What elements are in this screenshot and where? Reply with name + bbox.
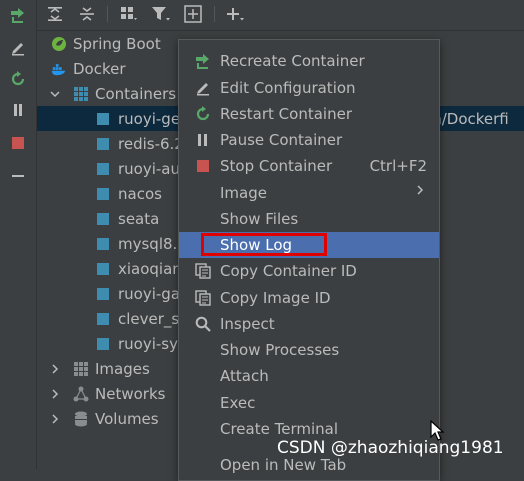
context-menu: Recreate Container Edit Configuration Re…	[178, 39, 440, 481]
menu-item-label: Stop Container	[220, 157, 333, 175]
shortcut-label: Ctrl+F2	[369, 157, 427, 175]
collapse-all-icon[interactable]	[74, 2, 100, 26]
menu-item-label: Attach	[220, 367, 269, 385]
menu-item-label: Pause Container	[220, 131, 343, 149]
menu-item-label: Show Processes	[220, 341, 340, 359]
container-label: seata	[118, 209, 160, 228]
copy-icon	[194, 262, 212, 280]
container-label: ruoyi-au	[118, 159, 181, 178]
container-icon	[95, 311, 111, 327]
container-label: ruoyi-ga	[118, 284, 181, 303]
container-icon	[95, 161, 111, 177]
menu-item-copy-image-id[interactable]: Copy Image ID	[179, 285, 439, 311]
menu-item-attach[interactable]: Attach	[179, 363, 439, 389]
networks-icon	[73, 386, 89, 402]
left-toolbar	[0, 0, 37, 469]
menu-item-label: Show Log	[220, 236, 293, 254]
menu-item-label: Show Files	[220, 210, 299, 228]
images-icon	[73, 361, 89, 377]
container-label: redis-6.2	[118, 134, 184, 153]
expand-all-icon[interactable]	[42, 2, 68, 26]
chevron-right-icon[interactable]	[49, 388, 61, 400]
menu-item-restart-container[interactable]: Restart Container	[179, 101, 439, 127]
container-icon	[95, 336, 111, 352]
menu-item-pause-container[interactable]: Pause Container	[179, 127, 439, 153]
filter-icon[interactable]	[148, 2, 174, 26]
menu-item-label: Image	[220, 184, 267, 202]
container-icon	[95, 136, 111, 152]
menu-item-label: Inspect	[220, 315, 275, 333]
menu-item-stop-container[interactable]: Stop Container Ctrl+F2	[179, 153, 439, 179]
minus-icon[interactable]	[0, 164, 36, 188]
mouse-pointer-icon	[430, 419, 446, 446]
menu-item-label: Copy Image ID	[220, 289, 331, 307]
menu-item-label: Open in New Tab	[220, 456, 347, 474]
menu-item-show-processes[interactable]: Show Processes	[179, 337, 439, 363]
pause-icon	[194, 131, 212, 149]
top-toolbar	[37, 0, 524, 31]
container-label: ruoyi-sys	[118, 334, 186, 353]
menu-item-exec[interactable]: Exec	[179, 390, 439, 416]
menu-item-label: Edit Configuration	[220, 79, 356, 97]
tree-label: Spring Boot	[73, 34, 161, 53]
tree-label: Docker	[73, 59, 126, 78]
menu-item-copy-container-id[interactable]: Copy Container ID	[179, 258, 439, 284]
menu-item-show-log[interactable]: Show Log	[179, 232, 439, 258]
toolbar-separator	[214, 6, 215, 22]
group-services-icon[interactable]	[116, 2, 142, 26]
search-icon	[194, 315, 212, 333]
docker-icon	[51, 61, 67, 77]
container-label: mysql8.0	[118, 234, 187, 253]
container-label: ruoyi-ge	[118, 109, 181, 128]
menu-item-recreate-container[interactable]: Recreate Container	[179, 48, 439, 74]
chevron-right-icon[interactable]	[49, 363, 61, 375]
pause-icon[interactable]	[0, 98, 36, 122]
menu-item-label: Create Terminal	[220, 420, 339, 438]
menu-item-label: Restart Container	[220, 105, 352, 123]
menu-item-label: Exec	[220, 394, 256, 412]
restart-icon[interactable]	[0, 67, 36, 91]
copy-icon	[194, 289, 212, 307]
watermark: CSDN @zhaozhiqiang1981	[277, 438, 504, 458]
restart-icon	[194, 105, 212, 123]
container-label: nacos	[118, 184, 162, 203]
tree-label: Containers	[95, 84, 177, 103]
container-icon	[95, 186, 111, 202]
add-service-icon[interactable]	[180, 2, 206, 26]
container-icon	[95, 236, 111, 252]
deploy-icon[interactable]	[0, 3, 36, 27]
container-icon	[95, 111, 111, 127]
menu-item-show-files[interactable]: Show Files	[179, 206, 439, 232]
menu-item-label: Copy Container ID	[220, 262, 357, 280]
spring-boot-icon	[51, 36, 67, 52]
submenu-arrow-icon	[415, 183, 425, 201]
edit-icon[interactable]	[0, 36, 36, 60]
containers-icon	[73, 86, 89, 102]
deploy-icon	[194, 52, 212, 70]
menu-item-inspect[interactable]: Inspect	[179, 311, 439, 337]
container-icon	[95, 261, 111, 277]
stop-icon[interactable]	[0, 131, 36, 155]
tree-label: Images	[95, 359, 150, 378]
container-icon	[95, 286, 111, 302]
volumes-icon	[73, 411, 89, 427]
chevron-right-icon[interactable]	[49, 413, 61, 425]
menu-item-edit-configuration[interactable]: Edit Configuration	[179, 75, 439, 101]
edit-icon	[194, 79, 212, 97]
container-icon	[95, 211, 111, 227]
menu-item-image[interactable]: Image	[179, 180, 439, 206]
toolbar-separator	[107, 6, 108, 22]
menu-item-label: Recreate Container	[220, 52, 365, 70]
add-icon[interactable]	[223, 2, 249, 26]
container-label: xiaoqian	[118, 259, 182, 278]
stop-icon	[194, 157, 212, 175]
tree-label: Volumes	[95, 409, 159, 428]
chevron-down-icon[interactable]	[49, 88, 61, 100]
tree-label: Networks	[95, 384, 166, 403]
